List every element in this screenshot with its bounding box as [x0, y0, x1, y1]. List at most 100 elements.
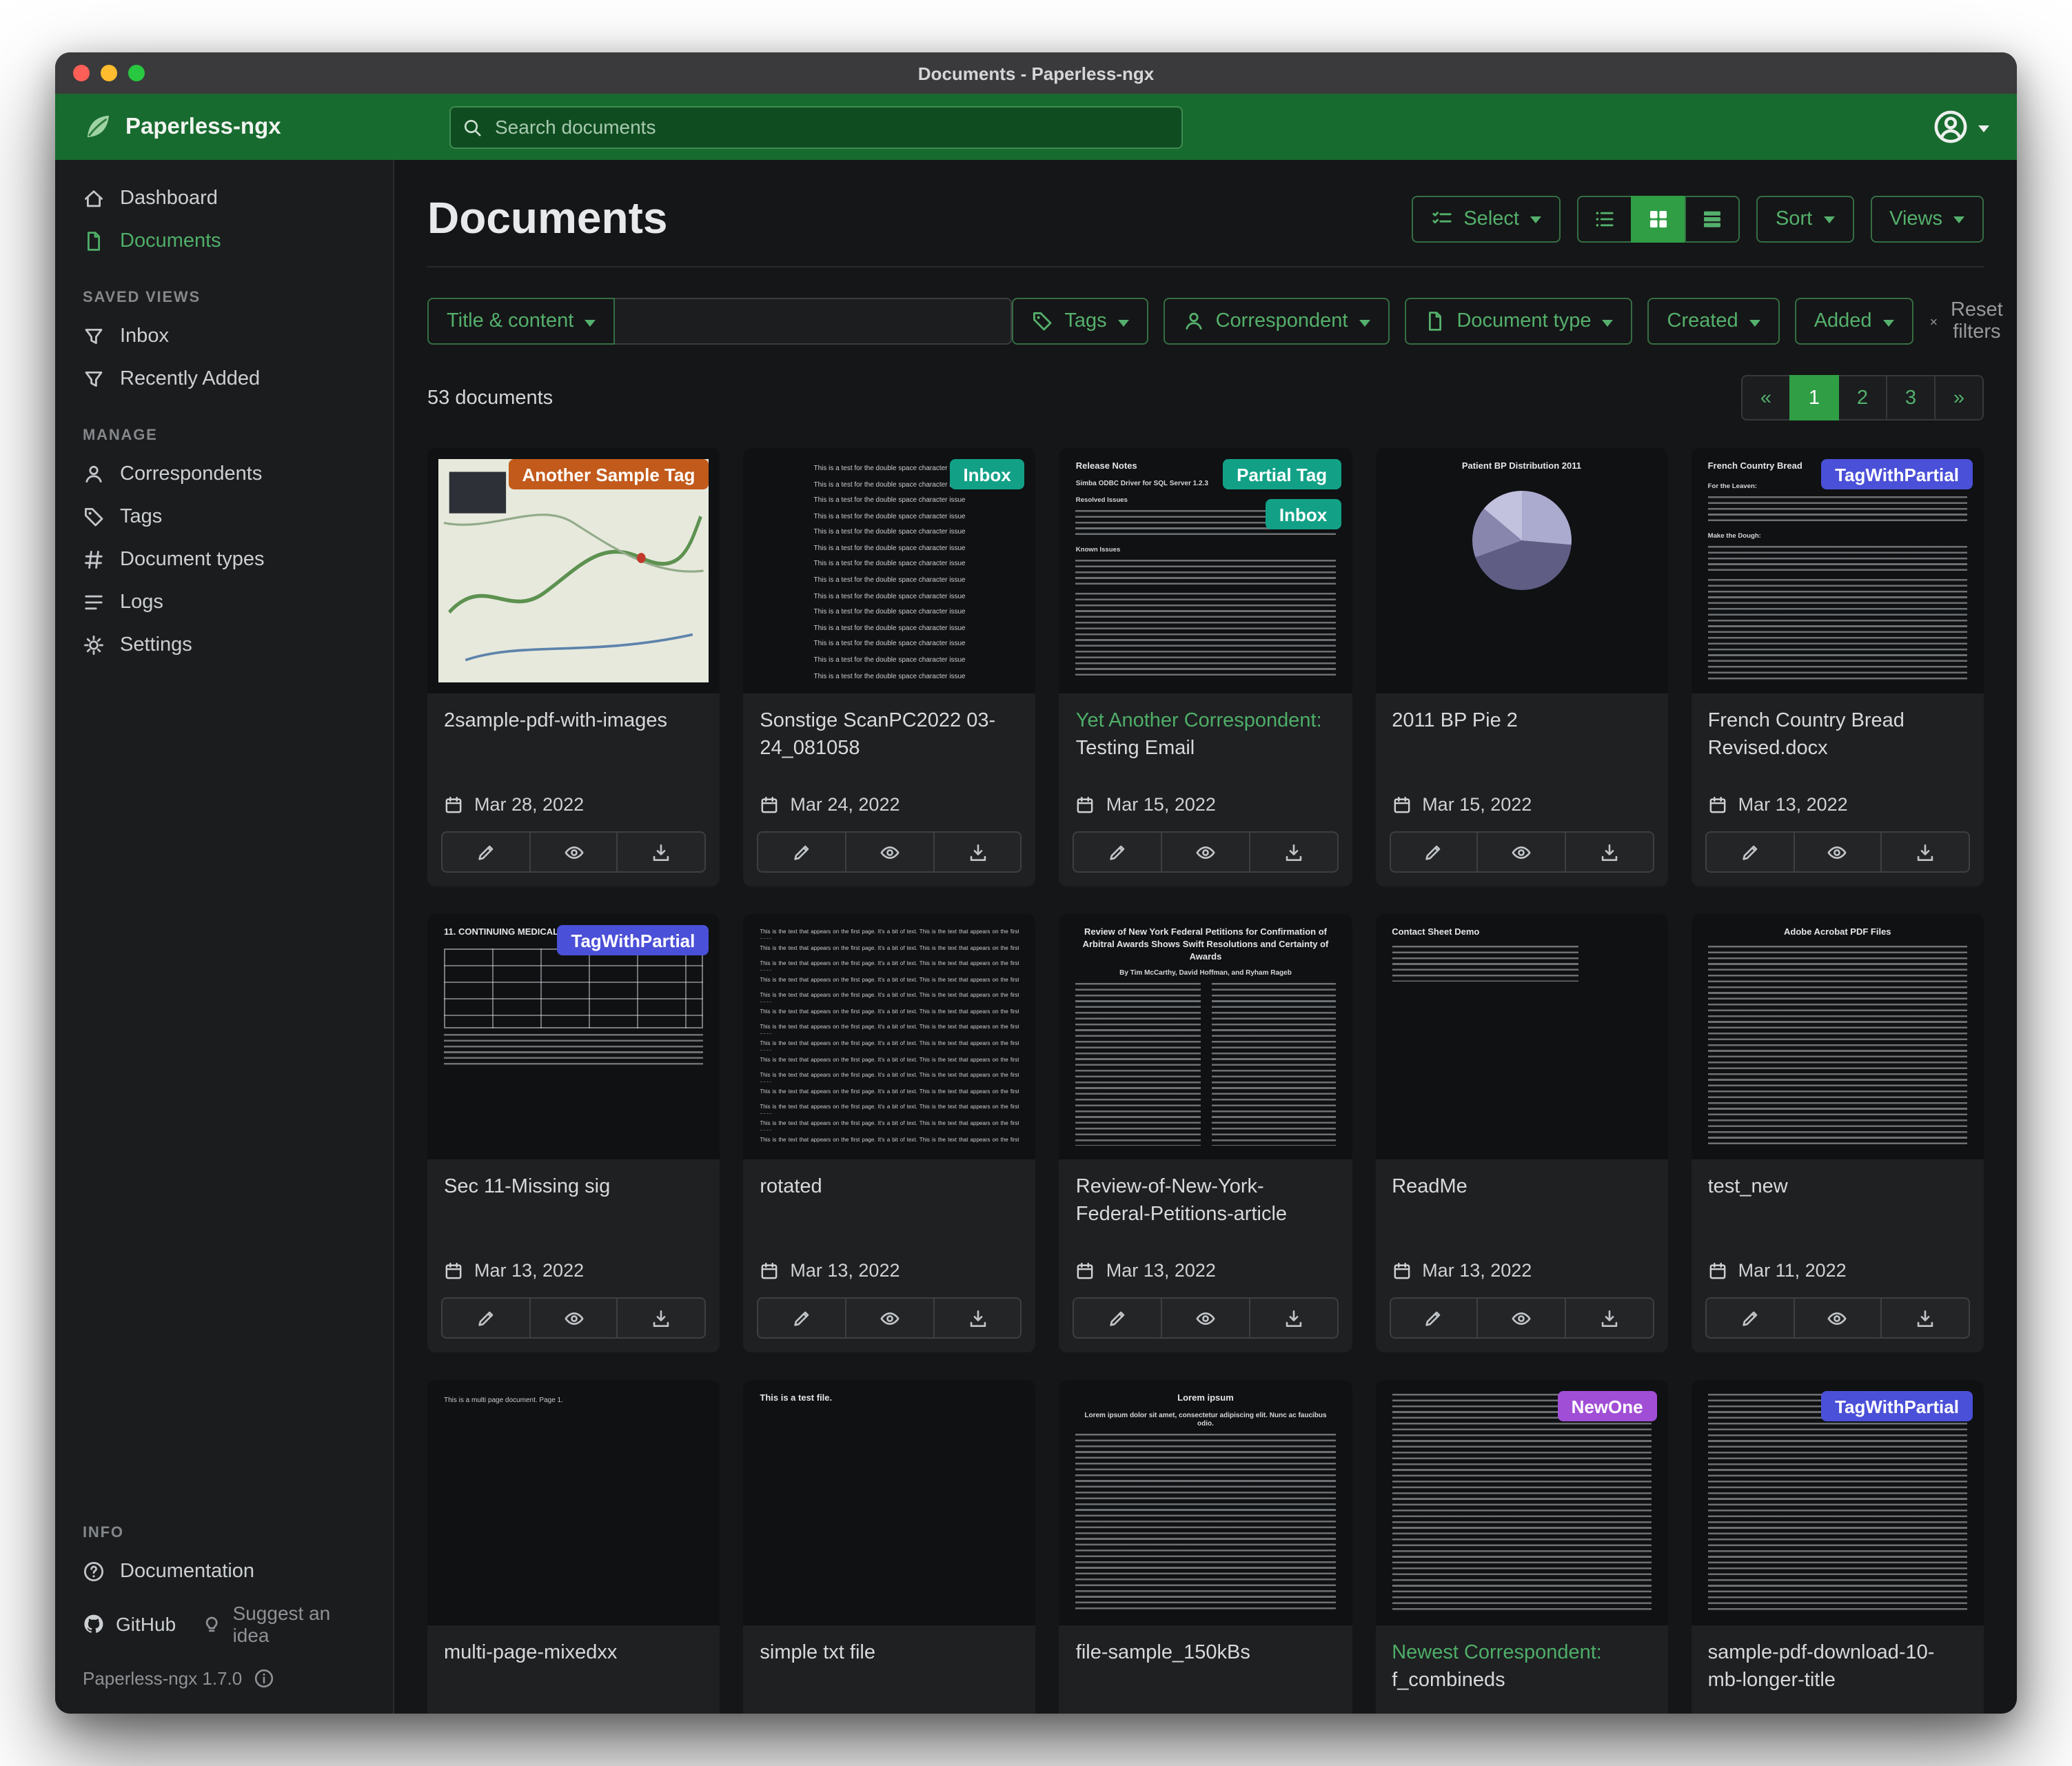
download-document-button[interactable] [1565, 831, 1654, 873]
view-document-button[interactable] [845, 1297, 934, 1339]
sidebar-item-settings[interactable]: Settings [55, 623, 393, 666]
view-document-button[interactable] [1477, 1297, 1566, 1339]
document-thumbnail[interactable]: NewOne [1375, 1380, 1667, 1625]
sidebar-item-dashboard[interactable]: Dashboard [55, 176, 393, 219]
sidebar-item-document-types[interactable]: Document types [55, 538, 393, 580]
document-title[interactable]: rotated [743, 1159, 1035, 1201]
document-title[interactable]: Newest Correspondent: f_combineds [1375, 1625, 1667, 1694]
edit-document-button[interactable] [1705, 831, 1794, 873]
document-title[interactable]: Review-of-New-York-Federal-Petitions-art… [1059, 1159, 1352, 1228]
download-document-button[interactable] [933, 1297, 1022, 1339]
tag-another-sample-tag[interactable]: Another Sample Tag [508, 459, 709, 489]
pagination-page-3-button[interactable]: 3 [1886, 375, 1936, 420]
edit-document-button[interactable] [1073, 831, 1162, 873]
document-title[interactable]: simple txt file [743, 1625, 1035, 1667]
zoom-window-button[interactable] [128, 65, 145, 81]
sidebar-link-suggest-an-idea[interactable]: Suggest an idea [201, 1602, 365, 1646]
document-title[interactable]: French Country Bread Revised.docx [1692, 693, 1984, 762]
tag-inbox[interactable]: Inbox [1266, 499, 1341, 529]
edit-document-button[interactable] [1389, 831, 1478, 873]
sidebar-link-github[interactable]: GitHub [83, 1613, 176, 1635]
download-document-button[interactable] [1881, 1297, 1970, 1339]
document-title[interactable]: Sec 11-Missing sig [427, 1159, 720, 1201]
document-thumbnail[interactable]: Patient BP Distribution 2011 [1375, 448, 1667, 693]
tag-tagwithpartial[interactable]: TagWithPartial [558, 925, 709, 955]
download-document-button[interactable] [933, 831, 1022, 873]
document-thumbnail[interactable]: Contact Sheet Demo [1375, 914, 1667, 1159]
close-window-button[interactable] [73, 65, 90, 81]
view-document-button[interactable] [529, 831, 618, 873]
download-document-button[interactable] [1249, 831, 1338, 873]
document-thumbnail[interactable]: This is a test for the double space char… [743, 448, 1035, 693]
tag-tagwithpartial[interactable]: TagWithPartial [1821, 1391, 1973, 1421]
user-menu-button[interactable] [1933, 109, 1989, 145]
sort-button[interactable]: Sort [1756, 195, 1853, 242]
document-title[interactable]: ReadMe [1375, 1159, 1667, 1201]
download-document-button[interactable] [1249, 1297, 1338, 1339]
search-input[interactable] [449, 105, 1183, 148]
title-content-input[interactable] [615, 298, 1012, 345]
download-document-button[interactable] [617, 831, 706, 873]
view-document-button[interactable] [1793, 831, 1882, 873]
document-thumbnail[interactable]: This is the text that appears on the fir… [743, 914, 1035, 1159]
document-type-filter-button[interactable]: Document type [1404, 298, 1632, 345]
pagination-page-1-button[interactable]: 1 [1789, 375, 1839, 420]
document-thumbnail[interactable]: This is a multi page document. Page 1. [427, 1380, 720, 1625]
view-list-button[interactable] [1577, 195, 1632, 242]
view-document-button[interactable] [845, 831, 934, 873]
edit-document-button[interactable] [757, 831, 846, 873]
pagination-next-button[interactable]: » [1934, 375, 1984, 420]
document-correspondent[interactable]: Yet Another Correspondent: [1076, 710, 1322, 732]
title-content-dropdown[interactable]: Title & content [427, 298, 615, 345]
view-document-button[interactable] [1161, 831, 1250, 873]
edit-document-button[interactable] [441, 1297, 530, 1339]
correspondent-filter-button[interactable]: Correspondent [1164, 298, 1390, 345]
download-document-button[interactable] [1565, 1297, 1654, 1339]
document-thumbnail[interactable]: Release NotesSimba ODBC Driver for SQL S… [1059, 448, 1352, 693]
tags-filter-button[interactable]: Tags [1012, 298, 1148, 345]
document-thumbnail[interactable]: Another Sample Tag [427, 448, 720, 693]
document-title[interactable]: sample-pdf-download-10-mb-longer-title [1692, 1625, 1984, 1694]
sidebar-item-correspondents[interactable]: Correspondents [55, 452, 393, 495]
edit-document-button[interactable] [757, 1297, 846, 1339]
sidebar-item-inbox[interactable]: Inbox [55, 314, 393, 357]
view-grid-button[interactable] [1631, 195, 1686, 242]
tag-inbox[interactable]: Inbox [949, 459, 1024, 489]
view-document-button[interactable] [1477, 831, 1566, 873]
edit-document-button[interactable] [1389, 1297, 1478, 1339]
document-title[interactable]: file-sample_150kBs [1059, 1625, 1352, 1667]
sidebar-item-tags[interactable]: Tags [55, 495, 393, 538]
tag-newone[interactable]: NewOne [1558, 1391, 1657, 1421]
view-document-button[interactable] [529, 1297, 618, 1339]
document-title[interactable]: 2sample-pdf-with-images [427, 693, 720, 735]
sidebar-item-recently-added[interactable]: Recently Added [55, 357, 393, 400]
download-document-button[interactable] [1881, 831, 1970, 873]
sidebar-item-logs[interactable]: Logs [55, 580, 393, 623]
added-filter-button[interactable]: Added [1795, 298, 1913, 345]
document-thumbnail[interactable]: Adobe Acrobat PDF Files [1692, 914, 1984, 1159]
sidebar-item-documents[interactable]: Documents [55, 219, 393, 262]
document-correspondent[interactable]: Newest Correspondent: [1392, 1642, 1602, 1664]
document-thumbnail[interactable]: Lorem ipsumLorem ipsum dolor sit amet, c… [1059, 1380, 1352, 1625]
tag-tagwithpartial[interactable]: TagWithPartial [1821, 459, 1973, 489]
reset-filters-button[interactable]: Reset filters [1929, 299, 2007, 343]
edit-document-button[interactable] [1073, 1297, 1162, 1339]
view-document-button[interactable] [1793, 1297, 1882, 1339]
views-button[interactable]: Views [1870, 195, 1984, 242]
document-thumbnail[interactable]: This is a test file. [743, 1380, 1035, 1625]
document-thumbnail[interactable]: 11. CONTINUING MEDICAL EDUCATagWithParti… [427, 914, 720, 1159]
document-thumbnail[interactable]: French Country BreadFor the Leaven:Make … [1692, 448, 1984, 693]
document-title[interactable]: 2011 BP Pie 2 [1375, 693, 1667, 735]
document-thumbnail[interactable]: TagWithPartial [1692, 1380, 1984, 1625]
document-thumbnail[interactable]: Review of New York Federal Petitions for… [1059, 914, 1352, 1159]
download-document-button[interactable] [617, 1297, 706, 1339]
edit-document-button[interactable] [441, 831, 530, 873]
document-title[interactable]: Sonstige ScanPC2022 03-24_081058 [743, 693, 1035, 762]
view-details-button[interactable] [1685, 195, 1740, 242]
pagination-page-2-button[interactable]: 2 [1838, 375, 1887, 420]
created-filter-button[interactable]: Created [1648, 298, 1780, 345]
tag-partial-tag[interactable]: Partial Tag [1223, 459, 1341, 489]
info-icon[interactable] [253, 1668, 274, 1689]
app-brand[interactable]: Paperless-ngx [83, 112, 422, 142]
document-title[interactable]: test_new [1692, 1159, 1984, 1201]
